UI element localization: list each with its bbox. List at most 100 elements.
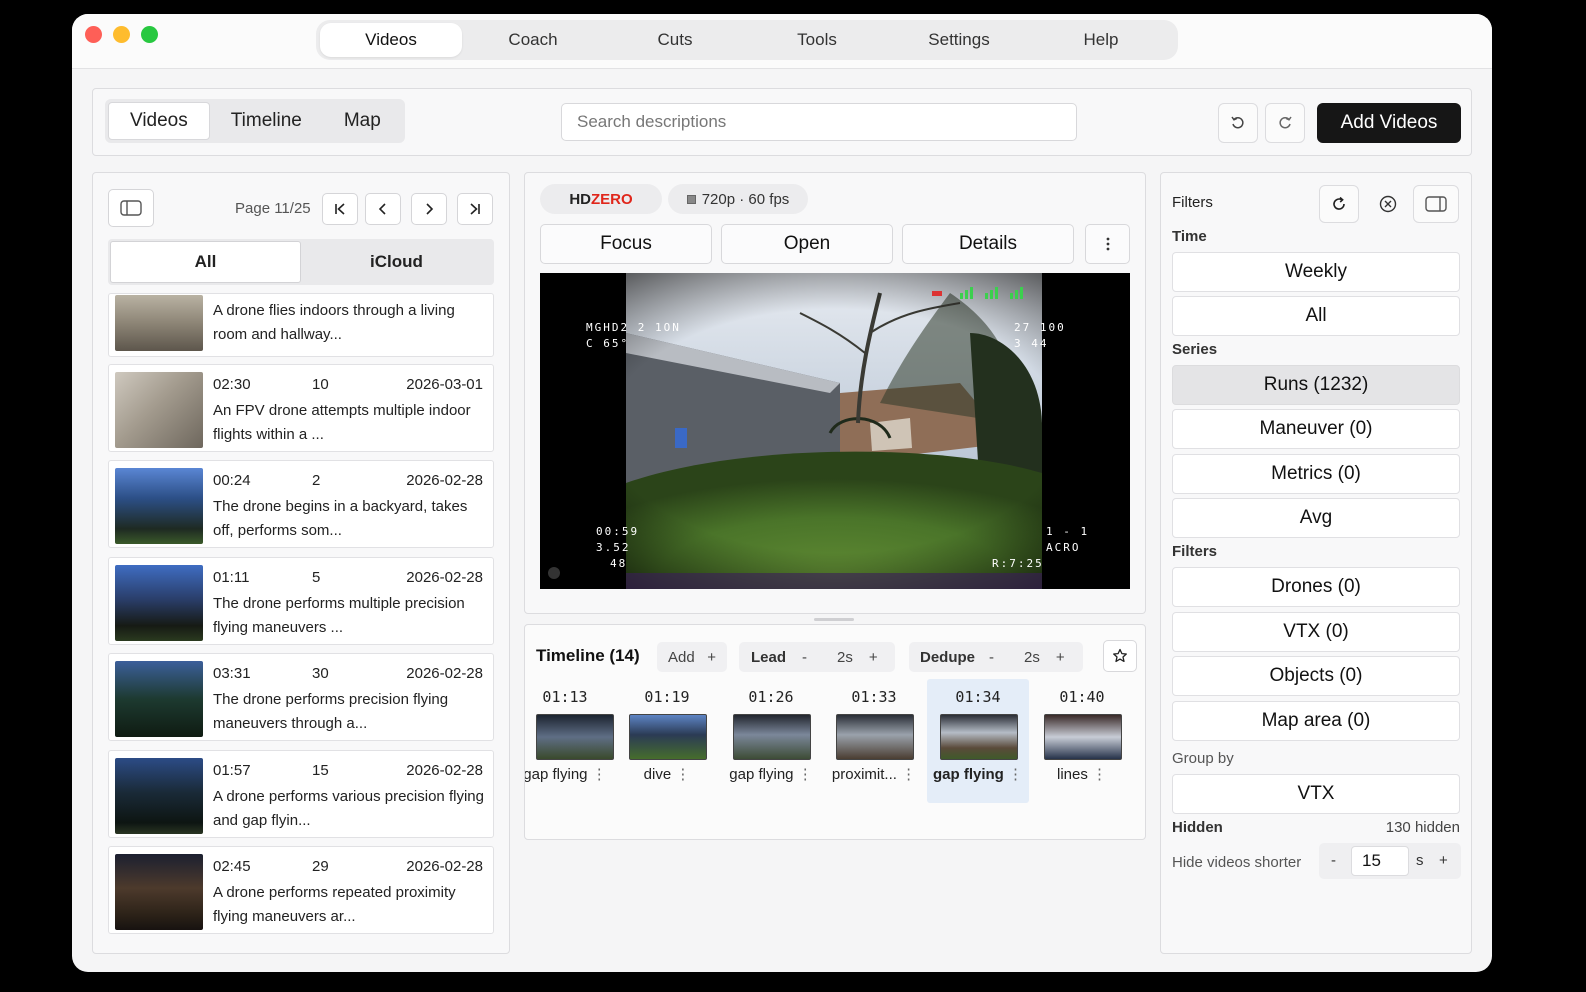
video-list-item[interactable]: 02:45 29 2026-02-28 A drone performs rep…: [108, 846, 494, 934]
osd-text: C 65°: [586, 337, 630, 350]
clip-menu-icon[interactable]: ⋮: [901, 766, 916, 783]
close-window-button[interactable]: [85, 26, 102, 43]
series-metrics[interactable]: Metrics (0): [1172, 454, 1460, 494]
group-by-select[interactable]: VTX: [1172, 774, 1460, 814]
clip-menu-icon[interactable]: ⋮: [1092, 766, 1107, 783]
timeline-clip[interactable]: 01:13 gap flying ⋮: [525, 679, 616, 803]
clip-time: 01:13: [542, 688, 588, 706]
osd-text: MGHD2 2 1ON: [586, 321, 681, 334]
clip-time: 01:40: [1059, 688, 1105, 706]
view-tab-timeline[interactable]: Timeline: [210, 102, 323, 140]
filter-map-area[interactable]: Map area (0): [1172, 701, 1460, 741]
zoom-window-button[interactable]: [141, 26, 158, 43]
nav-tab-videos[interactable]: Videos: [320, 23, 462, 57]
clip-menu-icon[interactable]: ⋮: [592, 766, 607, 783]
video-thumbnail: [115, 854, 203, 930]
clear-filters-button[interactable]: [1368, 185, 1408, 223]
next-page-button[interactable]: [411, 193, 447, 225]
video-list-item[interactable]: 01:57 15 2026-02-28 A drone performs var…: [108, 750, 494, 838]
hide-shorter-label: Hide videos shorter: [1172, 854, 1302, 871]
refresh-icon: [1333, 196, 1345, 210]
details-button[interactable]: Details: [902, 224, 1074, 264]
filter-objects[interactable]: Objects (0): [1172, 656, 1460, 696]
view-tab-videos[interactable]: Videos: [108, 102, 210, 140]
view-tab-map[interactable]: Map: [323, 102, 402, 140]
series-avg[interactable]: Avg: [1172, 498, 1460, 538]
refresh-filters-button[interactable]: [1319, 185, 1359, 223]
clip-menu-icon[interactable]: ⋮: [798, 766, 813, 783]
video-date: 2026-02-28: [406, 858, 483, 875]
redo-icon: [1279, 116, 1292, 129]
osd-text: 3 44: [1014, 337, 1049, 350]
video-list-item[interactable]: 00:24 2 2026-02-28 The drone begins in a…: [108, 460, 494, 548]
video-clip-count: 2: [312, 472, 321, 489]
more-actions-button[interactable]: [1085, 224, 1130, 264]
hide-shorter-increment-button[interactable]: +: [1439, 852, 1448, 869]
time-option-all[interactable]: All: [1172, 296, 1460, 336]
osd-text: 3.52: [596, 541, 631, 554]
prev-page-button[interactable]: [365, 193, 401, 225]
search-input[interactable]: [561, 103, 1077, 141]
hide-shorter-input[interactable]: [1351, 846, 1409, 876]
hide-shorter-decrement-button[interactable]: -: [1331, 852, 1336, 869]
filter-vtx[interactable]: VTX (0): [1172, 612, 1460, 652]
undo-button[interactable]: [1218, 103, 1258, 143]
nav-tab-help[interactable]: Help: [1030, 23, 1172, 57]
video-list-item[interactable]: 03:31 30 2026-02-28 The drone performs p…: [108, 653, 494, 741]
group-by-label: Group by: [1172, 750, 1234, 767]
series-runs[interactable]: Runs (1232): [1172, 365, 1460, 405]
page-indicator: Page 11/25: [235, 200, 311, 217]
timeline-clip[interactable]: 01:33 proximit... ⋮: [823, 679, 925, 803]
toggle-filters-panel-button[interactable]: [1413, 185, 1459, 223]
nav-tab-cuts[interactable]: Cuts: [604, 23, 746, 57]
source-tab-icloud[interactable]: iCloud: [301, 241, 492, 283]
last-page-icon: [470, 203, 480, 215]
video-duration: 02:45: [213, 858, 251, 875]
video-list-item[interactable]: A drone flies indoors through a living r…: [108, 293, 494, 357]
video-clip-count: 30: [312, 665, 329, 682]
focus-button[interactable]: Focus: [540, 224, 712, 264]
video-description: The drone begins in a backyard, takes of…: [213, 498, 468, 539]
open-button[interactable]: Open: [721, 224, 893, 264]
video-date: 2026-02-28: [406, 665, 483, 682]
video-list-item[interactable]: 01:11 5 2026-02-28 The drone performs mu…: [108, 557, 494, 645]
panel-resize-handle[interactable]: [814, 618, 854, 621]
toolbar: Videos Timeline Map Add Videos: [92, 88, 1472, 156]
osd-text: 00:59: [596, 525, 640, 538]
source-tab-all[interactable]: All: [110, 241, 301, 283]
hide-shorter-unit: s: [1416, 852, 1424, 869]
clip-menu-icon[interactable]: ⋮: [675, 766, 690, 783]
time-option-weekly[interactable]: Weekly: [1172, 252, 1460, 292]
timeline-clip-selected[interactable]: 01:34 gap flying ⋮: [927, 679, 1029, 803]
video-duration: 03:31: [213, 665, 251, 682]
video-date: 2026-02-28: [406, 569, 483, 586]
add-videos-button[interactable]: Add Videos: [1317, 103, 1461, 143]
first-page-button[interactable]: [322, 193, 358, 225]
nav-tab-coach[interactable]: Coach: [462, 23, 604, 57]
clip-thumbnail: [940, 714, 1018, 760]
nav-tab-tools[interactable]: Tools: [746, 23, 888, 57]
video-preview[interactable]: MGHD2 2 1ON C 65° 27 100 3 44 00:59 3.52…: [540, 273, 1130, 589]
redo-button[interactable]: [1265, 103, 1305, 143]
video-list: A drone flies indoors through a living r…: [108, 293, 494, 953]
brand-hd: HD: [569, 190, 591, 208]
series-maneuver[interactable]: Maneuver (0): [1172, 409, 1460, 449]
last-page-button[interactable]: [457, 193, 493, 225]
hidden-section-label: Hidden: [1172, 819, 1223, 836]
timeline-clip[interactable]: 01:19 dive ⋮: [616, 679, 718, 803]
osd-text: 48: [610, 557, 628, 570]
filter-drones[interactable]: Drones (0): [1172, 567, 1460, 607]
video-clip-count: 29: [312, 858, 329, 875]
clip-label: dive ⋮: [616, 765, 718, 783]
timeline-clip[interactable]: 01:40 lines ⋮: [1031, 679, 1133, 803]
minimize-window-button[interactable]: [113, 26, 130, 43]
video-list-panel: Page 11/25 All iCloud A drone flies indo…: [92, 172, 510, 954]
filters-section-label: Filters: [1172, 543, 1218, 560]
timeline-clip[interactable]: 01:26 gap flying ⋮: [720, 679, 822, 803]
toggle-sidebar-button[interactable]: [108, 189, 154, 227]
video-list-item[interactable]: 02:30 10 2026-03-01 An FPV drone attempt…: [108, 364, 494, 452]
undo-icon: [1231, 116, 1244, 129]
clip-label-text: lines: [1056, 766, 1088, 783]
nav-tab-settings[interactable]: Settings: [888, 23, 1030, 57]
clip-menu-icon[interactable]: ⋮: [1008, 766, 1023, 783]
